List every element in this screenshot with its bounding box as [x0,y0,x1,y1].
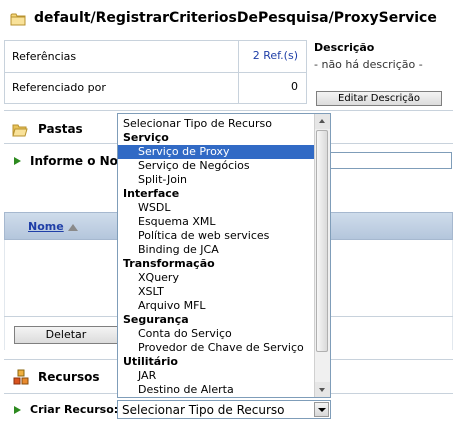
dropdown-option[interactable]: XQuery [118,271,315,285]
delete-button[interactable]: Deletar [14,326,118,344]
open-folder-icon [12,123,28,140]
references-label: Referências [12,50,77,63]
dropdown-options: Selecionar Tipo de Recurso Serviço Serviço… [118,117,315,397]
create-resource-label: Criar Recurso: [30,403,119,416]
dropdown-group-label: Interface [123,187,180,200]
referenced-by-row: Referenciado por 0 [5,72,306,103]
dropdown-option[interactable]: Conta do Serviço [118,327,315,341]
chevron-down-icon [318,408,326,412]
dropdown-group-label: Utilitário [123,355,178,368]
dropdown-option[interactable]: WSDL [118,201,315,215]
folders-section-title: Pastas [38,122,83,136]
references-link[interactable]: 2 Ref.(s) [238,41,306,72]
folder-name-input[interactable] [330,152,452,169]
sort-ascending-icon[interactable] [68,224,78,231]
resources-section-title: Recursos [38,370,100,384]
dropdown-option[interactable]: Provedor de Chave de Serviço [118,341,315,355]
dropdown-option[interactable]: Serviço de Proxy [118,145,315,159]
scrollbar-thumb[interactable] [316,130,328,352]
page-header: default/RegistrarCriteriosDePesquisa/Pro… [0,0,457,39]
referenced-by-label: Referenciado por [12,81,106,94]
resource-type-select[interactable]: Selecionar Tipo de Recurso [117,400,331,419]
expand-arrow-icon[interactable] [14,406,21,414]
scroll-down-icon [319,388,325,392]
section-divider [4,110,453,111]
dropdown-option[interactable]: XSLT [118,285,315,299]
dropdown-option[interactable]: Selecionar Tipo de Recurso [118,117,315,131]
dropdown-group-label: Transformação [123,257,215,270]
scroll-up-button[interactable] [315,114,330,129]
dropdown-option[interactable]: Política de web services [118,229,315,243]
sort-by-name-link[interactable]: Nome [28,220,64,233]
expand-arrow-icon[interactable] [14,157,21,165]
dropdown-option[interactable]: Binding de JCA [118,243,315,257]
folder-icon [10,12,26,29]
scroll-up-icon [319,119,325,123]
dropdown-toggle-button[interactable] [314,402,329,417]
dropdown-option[interactable]: Split-Join [118,173,315,187]
dropdown-option[interactable]: Arquivo MFL [118,299,315,313]
resource-type-dropdown-list[interactable]: Selecionar Tipo de Recurso Serviço Serviço… [117,113,331,398]
dropdown-scrollbar[interactable] [314,114,330,397]
dropdown-group-label: Segurança [123,313,189,326]
dropdown-option[interactable]: Esquema XML [118,215,315,229]
dropdown-group-label: Serviço [123,131,169,144]
resources-icon [13,369,29,388]
references-row: Referências 2 Ref.(s) [5,41,306,73]
references-table: Referências 2 Ref.(s) Referenciado por 0 [4,40,307,104]
resource-type-select-value: Selecionar Tipo de Recurso [122,403,285,417]
dropdown-option[interactable]: Destino de Alerta [118,383,315,397]
page-title: default/RegistrarCriteriosDePesquisa/Pro… [34,10,437,26]
description-value: - não há descrição - [314,58,423,71]
edit-description-button[interactable]: Editar Descrição [316,91,442,106]
dropdown-option[interactable]: Serviço de Negócios [118,159,315,173]
folder-name-label: Informe o Nom [30,154,131,168]
scroll-down-button[interactable] [315,382,330,397]
referenced-by-count: 0 [238,72,306,103]
dropdown-option[interactable]: JAR [118,369,315,383]
description-label: Descrição [314,41,375,54]
